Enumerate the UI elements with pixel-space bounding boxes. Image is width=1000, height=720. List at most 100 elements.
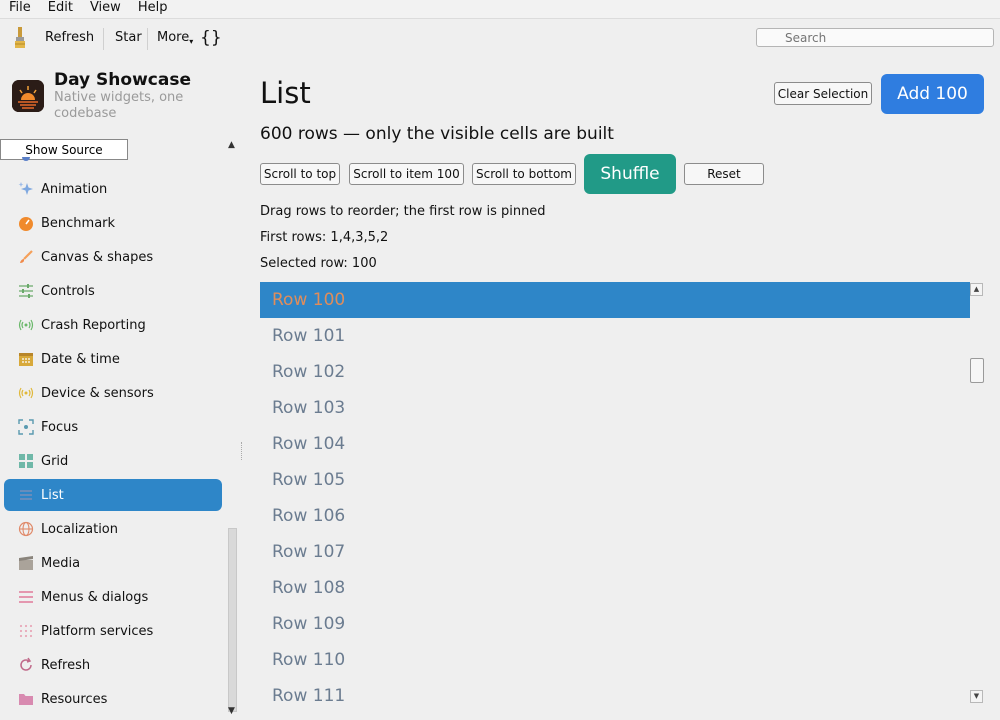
dots-grid-icon: [18, 623, 34, 639]
search-input[interactable]: [756, 28, 994, 47]
scroll-up-arrow-icon[interactable]: ▲: [970, 283, 983, 296]
list-row[interactable]: Row 104: [260, 426, 970, 462]
sidebar-item-menus-dialogs[interactable]: Menus & dialogs: [4, 581, 222, 613]
menu-edit[interactable]: Edit: [39, 0, 81, 18]
sidebar-item-media[interactable]: Media: [4, 547, 222, 579]
sidebar-item-label: Grid: [41, 453, 69, 469]
app-title: Day Showcase: [54, 70, 191, 90]
first-rows-text: First rows: 1,4,3,5,2: [260, 230, 389, 245]
list-row[interactable]: Row 101: [260, 318, 970, 354]
list-row[interactable]: Row 100: [260, 282, 970, 318]
scroll-down-arrow-icon[interactable]: ▼: [228, 706, 235, 716]
list-row[interactable]: Row 105: [260, 462, 970, 498]
sidebar-item-crash-reporting[interactable]: Crash Reporting: [4, 309, 222, 341]
film-icon: [18, 555, 34, 571]
sidebar-item-controls[interactable]: Controls: [4, 275, 222, 307]
sidebar-item-benchmark[interactable]: Benchmark: [4, 207, 222, 239]
sidebar-item-label: Platform services: [41, 623, 154, 639]
sidebar-item-label: Date & time: [41, 351, 120, 367]
star-button[interactable]: Star: [115, 30, 142, 45]
chevron-down-icon: ▾: [189, 37, 194, 46]
menu-view[interactable]: View: [81, 0, 129, 18]
grid-icon: [18, 453, 34, 469]
sidebar-scrollbar[interactable]: ▲ ▼: [227, 140, 238, 720]
add-100-button[interactable]: Add 100: [881, 74, 984, 114]
menu-icon: [18, 589, 34, 605]
focus-icon: [18, 419, 34, 435]
shuffle-button[interactable]: Shuffle: [584, 154, 676, 194]
brush-app-icon[interactable]: [12, 26, 28, 50]
sidebar-item-label: Focus: [41, 419, 79, 435]
sidebar-item-label: Benchmark: [41, 215, 116, 231]
sidebar-item-label: Animation: [41, 181, 108, 197]
more-button[interactable]: More▾: [157, 30, 194, 46]
list-row[interactable]: Row 110: [260, 642, 970, 678]
reset-button[interactable]: Reset: [684, 163, 764, 185]
scroll-to-bottom-button[interactable]: Scroll to bottom: [472, 163, 576, 185]
sidebar-item-label: Refresh: [41, 657, 91, 673]
sidebar-item-refresh[interactable]: Refresh: [4, 649, 222, 681]
list-row[interactable]: Row 107: [260, 534, 970, 570]
calendar-icon: [18, 351, 34, 367]
pane-splitter[interactable]: [241, 442, 244, 460]
brush-icon: [18, 249, 34, 265]
sidebar-scroll-thumb[interactable]: [228, 528, 237, 712]
menu-help[interactable]: Help: [129, 0, 176, 18]
list-row[interactable]: Row 111: [260, 678, 970, 714]
main-content: List Clear Selection Add 100 600 rows — …: [260, 58, 1000, 720]
sparkle-icon: [18, 181, 34, 197]
sidebar-item-grid[interactable]: Grid: [4, 445, 222, 477]
sidebar-item-resources[interactable]: Resources: [4, 683, 222, 715]
clear-selection-button[interactable]: Clear Selection: [774, 82, 872, 105]
sidebar-item-label: List: [41, 487, 64, 503]
sidebar-item-label: Controls: [41, 283, 95, 299]
sidebar-item-label: Resources: [41, 691, 108, 707]
list-scrollbar[interactable]: ▲ ▼: [969, 282, 986, 714]
list-row[interactable]: Row 106: [260, 498, 970, 534]
sidebar-item-label: Localization: [41, 521, 118, 537]
list-row[interactable]: Row 109: [260, 606, 970, 642]
scroll-to-top-button[interactable]: Scroll to top: [260, 163, 340, 185]
sidebar-item-label: Crash Reporting: [41, 317, 146, 333]
sidebar: Day Showcase Native widgets, one codebas…: [0, 58, 242, 720]
sliders-icon: [18, 283, 34, 299]
sidebar-item-localization[interactable]: Localization: [4, 513, 222, 545]
refresh-icon: [18, 657, 34, 673]
list-icon: [18, 487, 34, 503]
scroll-to-item-button[interactable]: Scroll to item 100: [349, 163, 464, 185]
list-row[interactable]: Row 103: [260, 390, 970, 426]
sidebar-item-canvas[interactable]: Canvas & shapes: [4, 241, 222, 273]
source-braces-icon[interactable]: {}: [200, 28, 222, 48]
sidebar-item-list[interactable]: List: [4, 479, 222, 511]
sidebar-item-platform-services[interactable]: Platform services: [4, 615, 222, 647]
more-label: More: [157, 30, 190, 45]
menu-file[interactable]: File: [0, 0, 39, 18]
sidebar-item-device-sensors[interactable]: Device & sensors: [4, 377, 222, 409]
gauge-icon: [18, 215, 34, 231]
list-view[interactable]: Row 100 Row 101 Row 102 Row 103 Row 104 …: [260, 282, 970, 720]
menubar: File Edit View Help: [0, 0, 1000, 19]
sidebar-item-label: Menus & dialogs: [41, 589, 149, 605]
sidebar-item-focus[interactable]: Focus: [4, 411, 222, 443]
sidebar-item-animation[interactable]: Animation: [4, 173, 222, 205]
app-logo-icon: [12, 80, 44, 112]
toolbar: Refresh Star More▾ {}: [0, 19, 1000, 57]
toolbar-divider: [103, 28, 104, 50]
list-scroll-thumb[interactable]: [970, 358, 984, 383]
toolbar-divider: [147, 28, 148, 50]
app-subtitle: Native widgets, one codebase: [54, 90, 184, 121]
scroll-down-arrow-icon[interactable]: ▼: [970, 690, 983, 703]
sidebar-item-date-time[interactable]: Date & time: [4, 343, 222, 375]
list-row[interactable]: Row 108: [260, 570, 970, 606]
scroll-up-arrow-icon[interactable]: ▲: [228, 140, 235, 150]
page-title: List: [260, 76, 311, 110]
refresh-button[interactable]: Refresh: [45, 30, 94, 45]
drag-hint-text: Drag rows to reorder; the first row is p…: [260, 204, 546, 219]
broadcast-icon: [18, 317, 34, 333]
list-row[interactable]: Row 102: [260, 354, 970, 390]
globe-icon: [18, 521, 34, 537]
selected-row-text: Selected row: 100: [260, 256, 377, 271]
sidebar-item-label: Media: [41, 555, 81, 571]
partial-item-icon: [22, 157, 30, 161]
sensor-icon: [18, 385, 34, 401]
